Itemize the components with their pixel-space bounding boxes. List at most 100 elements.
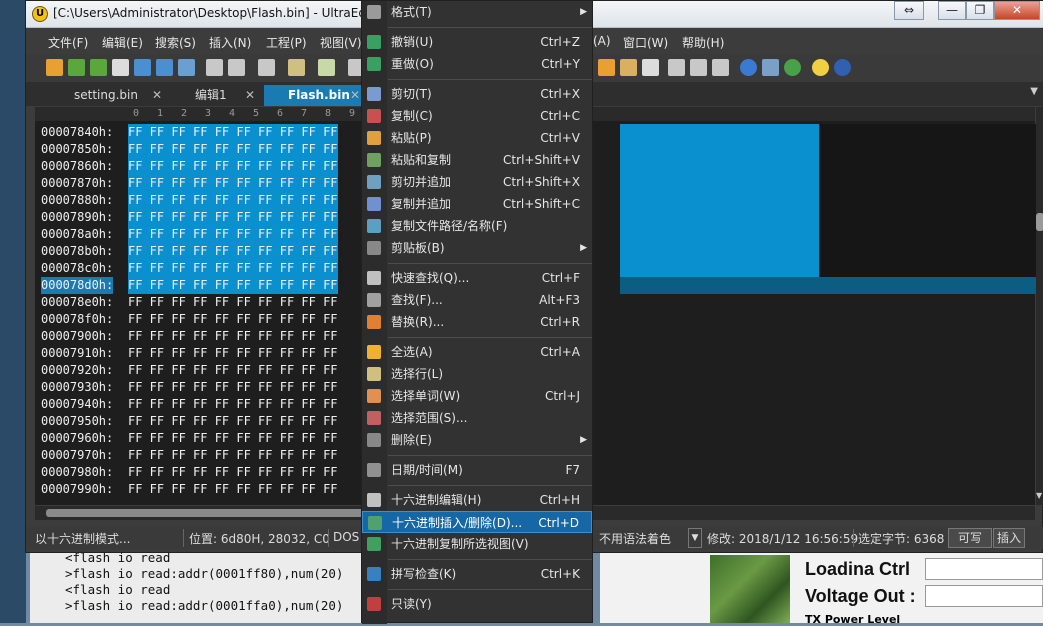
- close-icon[interactable]: ✕: [152, 85, 162, 105]
- new-file-icon[interactable]: [46, 59, 63, 76]
- menu-search[interactable]: 搜索(S): [155, 34, 196, 51]
- menu-item-spellcheck[interactable]: 拼写检查(K) Ctrl+K: [362, 563, 592, 585]
- row-hex-bytes[interactable]: FF FF FF FF FF FF FF FF FF FF: [128, 464, 338, 481]
- print-icon[interactable]: [206, 59, 223, 76]
- row-hex-bytes[interactable]: FF FF FF FF FF FF FF FF FF FF: [128, 345, 338, 362]
- row-hex-bytes[interactable]: FF FF FF FF FF FF FF FF FF FF: [128, 209, 338, 226]
- hex-toggle-icon[interactable]: [288, 59, 305, 76]
- scroll-down-icon[interactable]: ▼: [1036, 491, 1042, 500]
- table-row[interactable]: 000078f0h: FF FF FF FF FF FF FF FF FF FF: [35, 311, 365, 328]
- row-hex-bytes[interactable]: FF FF FF FF FF FF FF FF FF FF: [128, 413, 338, 430]
- forward-icon[interactable]: [90, 59, 107, 76]
- row-hex-bytes[interactable]: FF FF FF FF FF FF FF FF FF FF: [128, 396, 338, 413]
- tab-list-chevron-icon[interactable]: ▼: [1030, 86, 1038, 97]
- table-row[interactable]: 00007850h: FF FF FF FF FF FF FF FF FF FF: [35, 141, 365, 158]
- swap-icon[interactable]: ⇔: [894, 1, 924, 20]
- horizontal-scroll-thumb[interactable]: [46, 509, 366, 517]
- menu-item-quick-find[interactable]: 快速查找(Q)... Ctrl+F: [362, 267, 592, 289]
- table-row[interactable]: 00007900h: FF FF FF FF FF FF FF FF FF FF: [35, 328, 365, 345]
- row-hex-bytes[interactable]: FF FF FF FF FF FF FF FF FF FF: [128, 328, 338, 345]
- close-button[interactable]: ✕: [994, 1, 1040, 20]
- table-row[interactable]: 000078a0h: FF FF FF FF FF FF FF FF FF FF: [35, 226, 365, 243]
- row-hex-bytes[interactable]: FF FF FF FF FF FF FF FF FF FF: [128, 311, 338, 328]
- row-hex-bytes[interactable]: FF FF FF FF FF FF FF FF FF FF: [128, 362, 338, 379]
- table-row[interactable]: 00007950h: FF FF FF FF FF FF FF FF FF FF: [35, 413, 365, 430]
- split-view-icon[interactable]: [690, 59, 707, 76]
- status-writable[interactable]: 可写: [948, 528, 992, 548]
- close-icon[interactable]: ✕: [350, 85, 360, 105]
- new-icon[interactable]: [112, 59, 129, 76]
- menu-item-find[interactable]: 查找(F)... Alt+F3: [362, 289, 592, 311]
- tip-icon[interactable]: [812, 59, 829, 76]
- row-hex-bytes[interactable]: FF FF FF FF FF FF FF FF FF FF: [128, 260, 338, 277]
- column-mode-icon[interactable]: [318, 59, 335, 76]
- menu-advanced[interactable]: (A): [593, 34, 611, 48]
- status-syntax[interactable]: 不用语法着色: [599, 530, 671, 547]
- menu-item-hex-edit[interactable]: 十六进制编辑(H) Ctrl+H: [362, 489, 592, 511]
- table-row[interactable]: 00007870h: FF FF FF FF FF FF FF FF FF FF: [35, 175, 365, 192]
- menu-insert[interactable]: 插入(N): [209, 34, 251, 51]
- menu-item-select-all[interactable]: 全选(A) Ctrl+A: [362, 341, 592, 363]
- row-hex-bytes[interactable]: FF FF FF FF FF FF FF FF FF FF: [128, 294, 338, 311]
- row-hex-bytes[interactable]: FF FF FF FF FF FF FF FF FF FF: [128, 158, 338, 175]
- close-icon[interactable]: ✕: [245, 85, 255, 105]
- loading-ctrl-field[interactable]: [925, 558, 1043, 580]
- table-row[interactable]: 00007920h: FF FF FF FF FF FF FF FF FF FF: [35, 362, 365, 379]
- menu-item-replace[interactable]: 替换(R)... Ctrl+R: [362, 311, 592, 333]
- table-row[interactable]: 000078d0h: FF FF FF FF FF FF FF FF FF FF: [35, 277, 365, 294]
- script-icon[interactable]: [620, 59, 637, 76]
- menu-item-select-line[interactable]: 选择行(L): [362, 363, 592, 385]
- menu-file[interactable]: 文件(F): [48, 34, 88, 51]
- open-icon[interactable]: [134, 59, 151, 76]
- row-hex-bytes[interactable]: FF FF FF FF FF FF FF FF FF FF: [128, 192, 338, 209]
- save-icon[interactable]: [178, 59, 195, 76]
- restore-button[interactable]: ❐: [966, 1, 994, 20]
- menu-item-cut[interactable]: 剪切(T) Ctrl+X: [362, 83, 592, 105]
- menu-item-hex-copy[interactable]: 十六进制复制所选视图(V): [362, 533, 592, 555]
- table-row[interactable]: 00007980h: FF FF FF FF FF FF FF FF FF FF: [35, 464, 365, 481]
- menu-item-copy-path[interactable]: 复制文件路径/名称(F): [362, 215, 592, 237]
- menu-item-cut-append[interactable]: 剪切并追加 Ctrl+Shift+X: [362, 171, 592, 193]
- row-hex-bytes[interactable]: FF FF FF FF FF FF FF FF FF FF: [128, 481, 338, 498]
- menu-item-select-word[interactable]: 选择单词(W) Ctrl+J: [362, 385, 592, 407]
- help-icon[interactable]: [834, 59, 851, 76]
- table-row[interactable]: 00007930h: FF FF FF FF FF FF FF FF FF FF: [35, 379, 365, 396]
- menu-window[interactable]: 窗口(W): [623, 34, 668, 51]
- table-row[interactable]: 00007860h: FF FF FF FF FF FF FF FF FF FF: [35, 158, 365, 175]
- tab-setting-bin[interactable]: setting.bin ✕: [61, 85, 166, 106]
- table-row[interactable]: 00007940h: FF FF FF FF FF FF FF FF FF FF: [35, 396, 365, 413]
- ftp-icon[interactable]: [762, 59, 779, 76]
- vertical-scroll-thumb[interactable]: [1036, 213, 1043, 231]
- status-insert[interactable]: 插入: [993, 528, 1025, 548]
- table-row[interactable]: 00007890h: FF FF FF FF FF FF FF FF FF FF: [35, 209, 365, 226]
- document-icon[interactable]: [642, 59, 659, 76]
- table-row[interactable]: 000078b0h: FF FF FF FF FF FF FF FF FF FF: [35, 243, 365, 260]
- macro-icon[interactable]: [598, 59, 615, 76]
- refresh-icon[interactable]: [784, 59, 801, 76]
- menu-item-copy[interactable]: 复制(C) Ctrl+C: [362, 105, 592, 127]
- row-hex-bytes[interactable]: FF FF FF FF FF FF FF FF FF FF: [128, 226, 338, 243]
- table-row[interactable]: 00007910h: FF FF FF FF FF FF FF FF FF FF: [35, 345, 365, 362]
- globe-icon[interactable]: [740, 59, 757, 76]
- menu-item-select-range[interactable]: 选择范围(S)...: [362, 407, 592, 429]
- menu-item-hex-insert[interactable]: 十六进制插入/删除(D)... Ctrl+D: [362, 511, 592, 533]
- vertical-scrollbar[interactable]: [1036, 107, 1043, 505]
- row-hex-bytes[interactable]: FF FF FF FF FF FF FF FF FF FF: [128, 124, 338, 141]
- status-line-ending[interactable]: DOS: [333, 530, 359, 544]
- table-row[interactable]: 000078c0h: FF FF FF FF FF FF FF FF FF FF: [35, 260, 365, 277]
- layout-icon[interactable]: [668, 59, 685, 76]
- voltage-out-field[interactable]: [925, 585, 1043, 607]
- menu-item-datetime[interactable]: 日期/时间(M) F7: [362, 459, 592, 481]
- tab-flash-bin[interactable]: Flash.bin ✕: [264, 85, 364, 106]
- print-preview-icon[interactable]: [228, 59, 245, 76]
- row-hex-bytes[interactable]: FF FF FF FF FF FF FF FF FF FF: [128, 379, 338, 396]
- menu-help[interactable]: 帮助(H): [682, 34, 724, 51]
- tab-edit1[interactable]: 编辑1 ✕: [171, 85, 259, 106]
- minimize-button[interactable]: —: [938, 1, 966, 20]
- row-hex-bytes[interactable]: FF FF FF FF FF FF FF FF FF FF: [128, 243, 338, 260]
- table-row[interactable]: 00007840h: FF FF FF FF FF FF FF FF FF FF: [35, 124, 365, 141]
- menu-item-paste-copy[interactable]: 粘贴和复制 Ctrl+Shift+V: [362, 149, 592, 171]
- table-row[interactable]: 00007880h: FF FF FF FF FF FF FF FF FF FF: [35, 192, 365, 209]
- table-row[interactable]: 000078e0h: FF FF FF FF FF FF FF FF FF FF: [35, 294, 365, 311]
- table-row[interactable]: 00007990h: FF FF FF FF FF FF FF FF FF FF: [35, 481, 365, 498]
